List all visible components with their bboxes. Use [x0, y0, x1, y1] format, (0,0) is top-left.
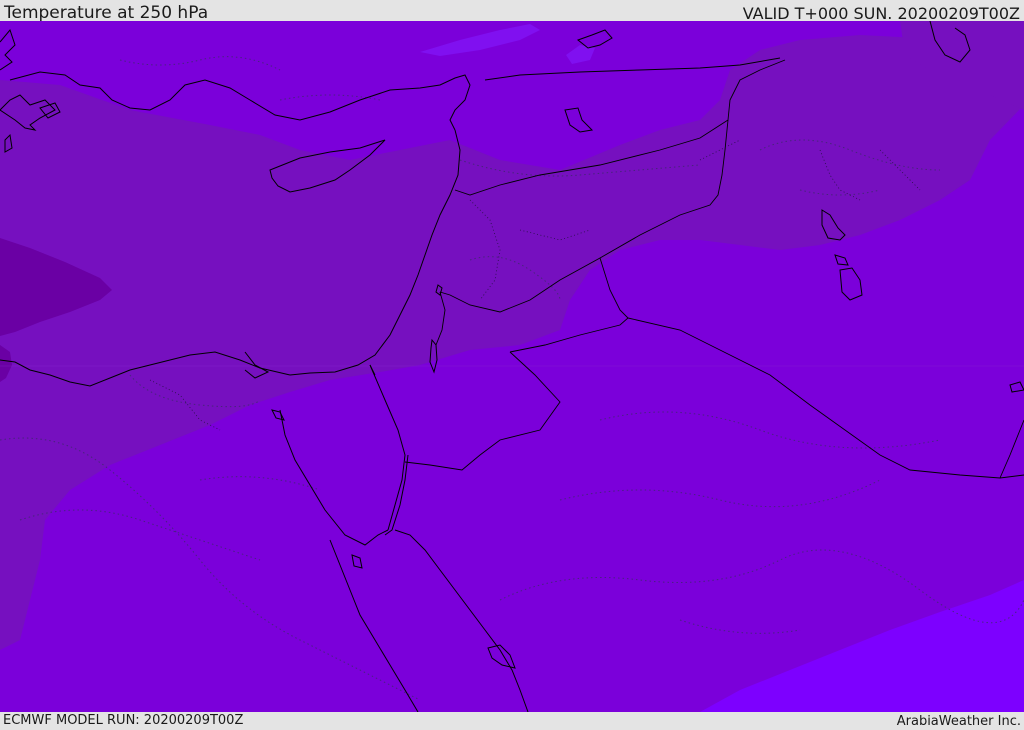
model-run-label: ECMWF MODEL RUN: 20200209T00Z	[3, 713, 244, 728]
footer-bar: ECMWF MODEL RUN: 20200209T00Z ArabiaWeat…	[0, 712, 1024, 729]
map-canvas[interactable]	[0, 21, 1024, 712]
credit-label: ArabiaWeather Inc.	[896, 714, 1021, 729]
header-bar: Temperature at 250 hPa VALID T+000 SUN. …	[0, 0, 1024, 23]
temperature-map-svg	[0, 21, 1024, 712]
map-title: Temperature at 250 hPa	[4, 3, 209, 23]
